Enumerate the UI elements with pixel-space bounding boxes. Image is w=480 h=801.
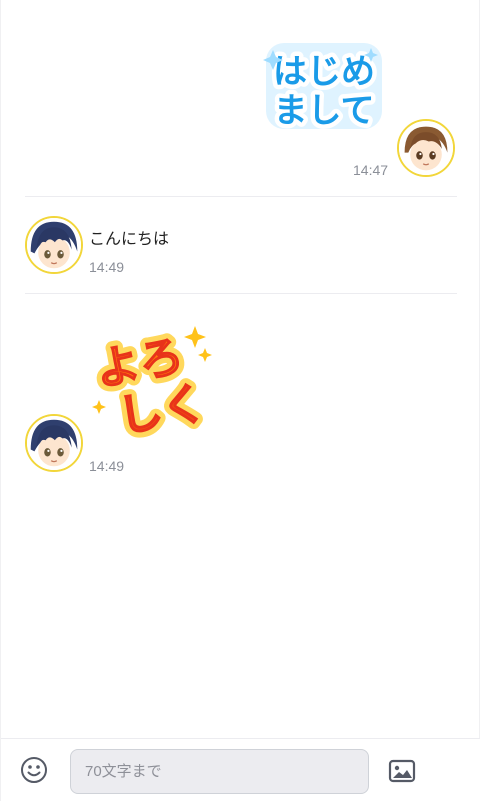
message-text: こんにちは	[89, 231, 170, 248]
chat-screen: はじめ はじめ まして まして 14:47 こんにちは 14:49 よろ よろ …	[0, 0, 480, 801]
user-avatar-other[interactable]	[25, 216, 83, 274]
user-avatar-other[interactable]	[25, 414, 83, 472]
message-time: 14:49	[89, 458, 125, 474]
message-item: こんにちは 14:49	[1, 197, 480, 293]
message-feed[interactable]: はじめ はじめ まして まして 14:47 こんにちは 14:49 よろ よろ …	[1, 0, 480, 738]
message-composer	[1, 738, 480, 801]
smiley-face-icon[interactable]	[20, 756, 48, 784]
message-item: よろ よろ しく しく 14:49	[1, 294, 480, 494]
message-time: 14:47	[353, 162, 389, 178]
message-input[interactable]	[70, 749, 369, 794]
sticker-line-1: はじめ	[273, 52, 375, 92]
image-upload-icon[interactable]	[387, 758, 417, 784]
message-item: はじめ はじめ まして まして 14:47	[1, 0, 480, 196]
sticker-line-2: まして	[274, 91, 375, 131]
sticker-yoroshiku[interactable]: よろ よろ しく しく	[91, 322, 213, 440]
sticker-hajimemashite[interactable]: はじめ はじめ まして まして	[263, 38, 385, 134]
user-avatar-self[interactable]	[397, 119, 455, 177]
message-time: 14:49	[89, 259, 125, 275]
